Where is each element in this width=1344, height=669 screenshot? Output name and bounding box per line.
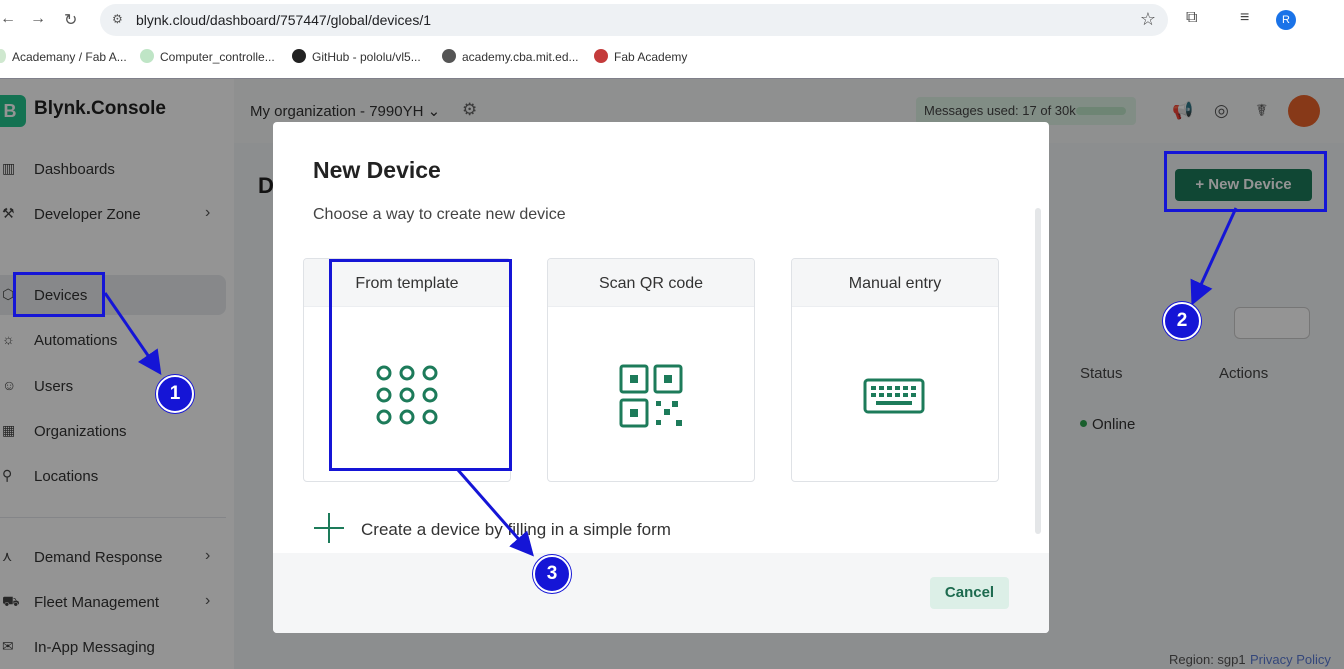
reload-icon[interactable]: ↻: [64, 10, 77, 30]
address-bar[interactable]: ⚙ blynk.cloud/dashboard/757447/global/de…: [100, 4, 1168, 36]
bookmark-item[interactable]: GitHub - pololu/vl5...: [292, 49, 421, 64]
site-settings-icon[interactable]: ⚙: [112, 12, 123, 26]
bookmark-item[interactable]: academy.cba.mit.ed...: [442, 49, 579, 64]
bookmark-item[interactable]: Academany / Fab A...: [0, 49, 127, 64]
annotation-marker-2: 2: [1163, 302, 1201, 340]
option-label: Manual entry: [792, 259, 998, 307]
annotation-box-new-device: [1164, 151, 1327, 212]
keyboard-icon: [863, 378, 925, 414]
url-text: blynk.cloud/dashboard/757447/global/devi…: [136, 12, 431, 28]
annotation-box-devices: [13, 272, 105, 317]
modal-footer: Cancel: [273, 553, 1049, 633]
cancel-button[interactable]: Cancel: [930, 577, 1009, 609]
annotation-marker-1: 1: [156, 375, 194, 413]
option-label: Scan QR code: [548, 259, 754, 307]
bookmark-item[interactable]: Fab Academy: [594, 49, 687, 64]
bookmark-star-icon[interactable]: ☆: [1140, 9, 1156, 30]
profile-avatar[interactable]: R: [1276, 10, 1296, 30]
modal-subtitle: Choose a way to create new device: [313, 206, 566, 223]
bookmarks-bar: Academany / Fab A... Computer_controlle.…: [0, 44, 1344, 70]
media-icon[interactable]: ≡: [1240, 9, 1249, 27]
forward-icon[interactable]: →: [30, 10, 46, 28]
modal-title: New Device: [313, 157, 441, 183]
plus-icon[interactable]: [313, 512, 345, 544]
create-simple-form-link[interactable]: Create a device by filling in a simple f…: [361, 520, 671, 540]
back-icon[interactable]: ←: [0, 10, 16, 28]
qr-code-icon: [619, 364, 683, 428]
manual-entry-option[interactable]: Manual entry: [791, 258, 999, 482]
bookmark-item[interactable]: Computer_controlle...: [140, 49, 275, 64]
annotation-box-from-template: [329, 259, 512, 471]
browser-toolbar: ← → ↻ ⚙ blynk.cloud/dashboard/757447/glo…: [0, 0, 1344, 40]
modal-scrollbar[interactable]: [1035, 208, 1041, 534]
scan-qr-option[interactable]: Scan QR code: [547, 258, 755, 482]
annotation-marker-3: 3: [533, 555, 571, 593]
extensions-icon[interactable]: ⧉: [1186, 9, 1197, 27]
